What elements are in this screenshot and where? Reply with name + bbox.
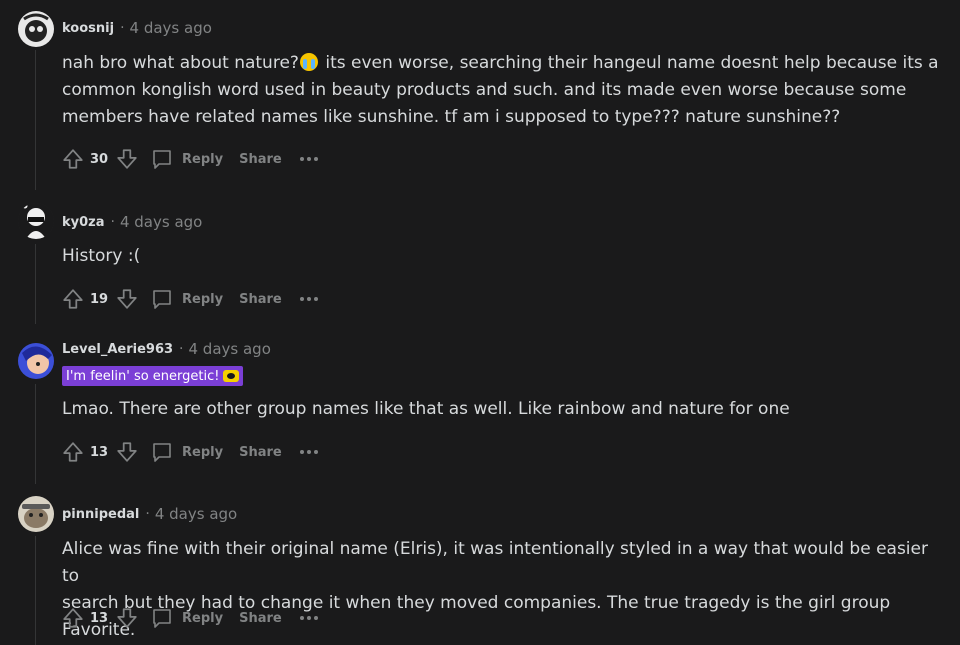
arrow-down-outline-icon (117, 289, 137, 309)
comment-actions: 19 Reply Share (60, 285, 321, 313)
share-button[interactable]: Share (239, 445, 282, 460)
username[interactable]: koosnij (62, 21, 114, 36)
flair-text: I'm feelin' so energetic! (66, 368, 220, 384)
speech-bubble-icon (153, 609, 171, 628)
downvote-button[interactable] (114, 146, 140, 172)
vote-score: 30 (90, 151, 109, 167)
upvote-button[interactable] (60, 146, 86, 172)
more-options-button[interactable] (299, 297, 321, 301)
arrow-up-outline-icon (63, 149, 83, 169)
username[interactable]: ky0za (62, 215, 105, 230)
thread-line[interactable] (35, 384, 36, 484)
separator: · (179, 341, 184, 357)
avatar[interactable] (18, 11, 54, 47)
speech-bubble-icon (153, 443, 171, 462)
body-line: Lmao. There are other group names like t… (62, 399, 790, 419)
reply-button[interactable]: Reply (150, 287, 223, 311)
reply-label: Reply (182, 610, 224, 626)
comment-thread: koosnij · 4 days ago nah bro what about … (0, 0, 960, 645)
comment-actions: 30 Reply Share (60, 145, 321, 173)
avatar[interactable] (18, 496, 54, 532)
ellipsis-icon (299, 616, 304, 620)
avatar[interactable] (18, 343, 54, 379)
share-button[interactable]: Share (239, 292, 282, 307)
separator: · (110, 214, 115, 230)
comment-header: Level_Aerie963 · 4 days ago (62, 339, 271, 359)
thread-line[interactable] (35, 50, 36, 190)
loudly-crying-face-icon (299, 53, 318, 71)
comment-body: nah bro what about nature? its even wors… (62, 50, 950, 131)
avatar[interactable] (18, 203, 54, 239)
share-button[interactable]: Share (239, 152, 282, 167)
timestamp[interactable]: 4 days ago (189, 340, 271, 358)
speech-bubble-icon (153, 290, 171, 309)
ellipsis-icon (299, 297, 304, 301)
vote-score: 13 (90, 610, 109, 626)
arrow-up-outline-icon (63, 608, 83, 628)
comment-body: Lmao. There are other group names like t… (62, 396, 950, 423)
share-label: Share (239, 151, 282, 167)
body-line: History :( (62, 246, 141, 266)
timestamp[interactable]: 4 days ago (155, 505, 237, 523)
arrow-up-outline-icon (63, 289, 83, 309)
downvote-button[interactable] (114, 605, 140, 631)
reply-label: Reply (182, 151, 224, 167)
arrow-up-outline-icon (63, 442, 83, 462)
comment-actions: 13 Reply Share (60, 604, 321, 632)
reply-label: Reply (182, 291, 224, 307)
separator: · (120, 20, 125, 36)
ellipsis-icon (299, 450, 304, 454)
thread-line[interactable] (35, 244, 36, 324)
upvote-button[interactable] (60, 439, 86, 465)
more-options-button[interactable] (299, 450, 321, 454)
comment-header: koosnij · 4 days ago (62, 18, 212, 38)
reply-button[interactable]: Reply (150, 147, 223, 171)
upvote-button[interactable] (60, 286, 86, 312)
share-label: Share (239, 444, 282, 460)
thread-line[interactable] (35, 536, 36, 645)
downvote-button[interactable] (114, 286, 140, 312)
upvote-button[interactable] (60, 605, 86, 631)
comment-header: pinnipedal · 4 days ago (62, 504, 237, 524)
arrow-down-outline-icon (117, 442, 137, 462)
ellipsis-icon (299, 157, 304, 161)
flair-emoji-icon (223, 370, 240, 382)
reply-button[interactable]: Reply (150, 606, 223, 630)
body-line: its even worse, searching their hangeul … (319, 53, 939, 73)
comment-header: ky0za · 4 days ago (62, 212, 202, 232)
share-label: Share (239, 610, 282, 626)
user-flair: I'm feelin' so energetic! (62, 366, 244, 386)
username[interactable]: pinnipedal (62, 507, 139, 522)
comment-actions: 13 Reply Share (60, 438, 321, 466)
body-line: members have related names like sunshine… (62, 107, 841, 127)
speech-bubble-icon (153, 150, 171, 169)
username[interactable]: Level_Aerie963 (62, 342, 173, 357)
vote-score: 19 (90, 291, 109, 307)
arrow-down-outline-icon (117, 149, 137, 169)
reply-label: Reply (182, 444, 224, 460)
share-label: Share (239, 291, 282, 307)
body-line: nah bro what about nature? (62, 53, 299, 73)
more-options-button[interactable] (299, 157, 321, 161)
downvote-button[interactable] (114, 439, 140, 465)
body-line: common konglish word used in beauty prod… (62, 80, 907, 100)
body-line: Alice was fine with their original name … (62, 539, 928, 586)
comment-body: History :( (62, 243, 950, 270)
share-button[interactable]: Share (239, 611, 282, 626)
reply-button[interactable]: Reply (150, 440, 223, 464)
separator: · (145, 506, 150, 522)
vote-score: 13 (90, 444, 109, 460)
arrow-down-outline-icon (117, 608, 137, 628)
timestamp[interactable]: 4 days ago (120, 213, 202, 231)
timestamp[interactable]: 4 days ago (130, 19, 212, 37)
more-options-button[interactable] (299, 616, 321, 620)
